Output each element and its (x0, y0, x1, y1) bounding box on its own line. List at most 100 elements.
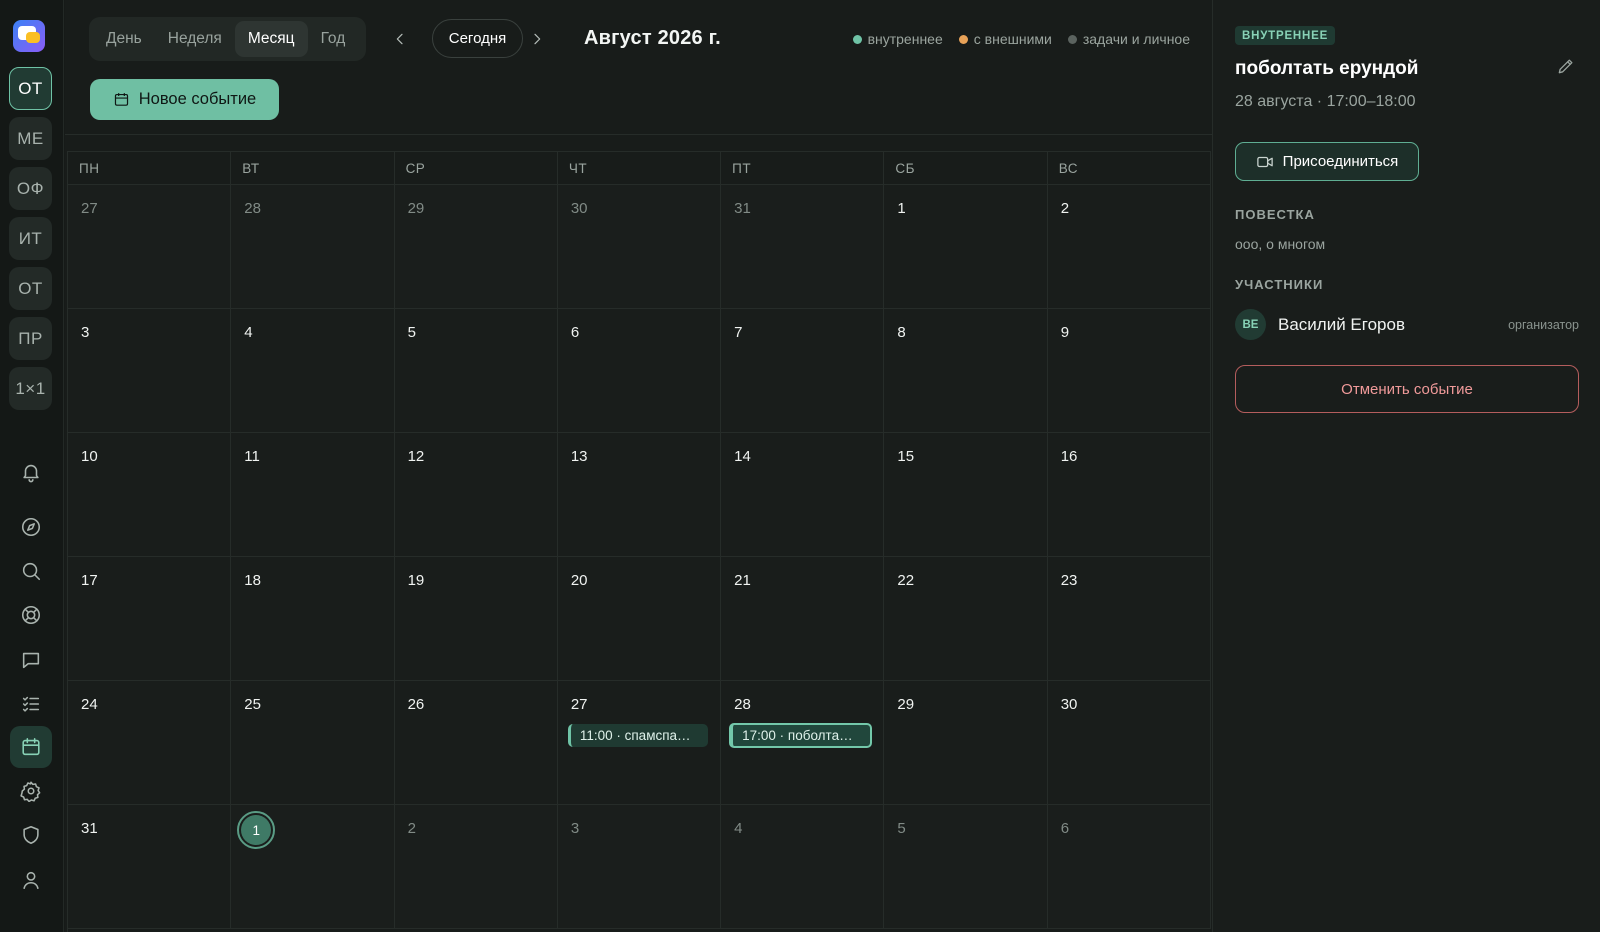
day-cell[interactable]: 5 (884, 805, 1048, 929)
participant-row[interactable]: ВЕ Василий Егоров организатор (1235, 308, 1579, 341)
day-cell[interactable]: 24 (68, 681, 232, 805)
view-tab-4[interactable]: Год (308, 21, 359, 57)
compass-icon (21, 517, 41, 537)
cancel-event-button[interactable]: Отменить событие (1235, 365, 1579, 413)
rail-tasks-button[interactable] (18, 691, 44, 717)
day-cell[interactable]: 6 (1047, 805, 1211, 929)
day-cell[interactable]: 1 (231, 805, 395, 929)
day-cell[interactable]: 10 (68, 433, 232, 557)
day-number: 13 (570, 448, 588, 465)
day-cell[interactable]: 29 (394, 185, 558, 309)
app-logo[interactable] (13, 20, 45, 52)
day-cell[interactable]: 30 (557, 185, 722, 309)
workspace-5[interactable]: ОТ (9, 267, 52, 310)
day-cell[interactable]: 6 (557, 309, 722, 433)
weekday-label: ПТ (721, 152, 885, 184)
view-tab-2[interactable]: Неделя (155, 21, 235, 57)
today-button[interactable]: Сегодня (432, 19, 523, 58)
day-cell[interactable]: 18 (231, 557, 395, 681)
day-cell[interactable]: 3 (557, 805, 722, 929)
workspace-3[interactable]: ОФ (9, 167, 52, 210)
rail-chat-button[interactable] (18, 647, 44, 673)
workspace-6[interactable]: ПР (9, 317, 52, 360)
weekday-label: ВТ (231, 152, 395, 184)
workspace-4[interactable]: ИТ (9, 217, 52, 260)
edit-event-button[interactable] (1556, 56, 1578, 78)
day-number: 7 (734, 324, 743, 341)
day-number: 5 (897, 820, 906, 837)
day-cell[interactable]: 28 17:00 · поболта… (721, 681, 885, 805)
day-number: 31 (734, 200, 751, 217)
day-number: 9 (1060, 324, 1070, 341)
day-cell[interactable]: 2 (394, 805, 558, 929)
participant-name: Василий Егоров (1278, 314, 1405, 334)
rail-shield-button[interactable] (18, 822, 44, 848)
workspace-7[interactable]: 1×1 (9, 367, 52, 410)
agenda-heading: ПОВЕСТКА (1235, 207, 1315, 222)
day-cell[interactable]: 14 (721, 433, 885, 557)
day-cell[interactable]: 25 (231, 681, 395, 805)
day-cell[interactable]: 30 (1047, 681, 1211, 805)
day-cell[interactable]: 11 (231, 433, 395, 557)
legend-label: задачи и личное (1082, 31, 1190, 47)
legend-dot (852, 34, 862, 44)
calendar-main: День Неделя Месяц Год Сегодня Август 2026 г… (65, 0, 1212, 932)
prev-month-button[interactable] (390, 27, 410, 51)
agenda-text: ооо, о многом (1235, 236, 1326, 252)
day-number: 18 (244, 572, 261, 589)
day-cell[interactable]: 5 (394, 309, 558, 433)
video-icon (1256, 156, 1273, 167)
weekday-label: СР (395, 152, 558, 184)
event-chip[interactable]: 11:00 · спамспа… (567, 724, 708, 747)
day-cell[interactable]: 27 (68, 185, 232, 309)
workspace-1[interactable]: ОТ (9, 67, 52, 110)
view-tab-1[interactable]: День (93, 21, 155, 57)
event-chip[interactable]: 17:00 · поболта… (729, 723, 873, 748)
view-tab-3[interactable]: Месяц (234, 21, 308, 57)
day-cell[interactable]: 7 (721, 309, 885, 433)
day-number: 30 (1060, 696, 1078, 713)
rail-search-button[interactable] (18, 558, 44, 584)
next-month-button[interactable] (527, 27, 547, 51)
day-cell[interactable]: 23 (1047, 557, 1211, 681)
day-cell[interactable]: 22 (884, 557, 1048, 681)
rail-compass-button[interactable] (18, 514, 44, 540)
day-cell[interactable]: 26 (394, 681, 558, 805)
day-cell[interactable]: 4 (721, 805, 885, 929)
new-event-button[interactable]: Новое событие (90, 79, 279, 120)
day-cell[interactable]: 2 (1047, 185, 1211, 309)
rail-bell-button[interactable] (18, 459, 44, 485)
day-number: 23 (1060, 572, 1078, 589)
day-cell[interactable]: 1 (884, 185, 1048, 309)
day-cell[interactable]: 17 (68, 557, 232, 681)
join-button[interactable]: Присоединиться (1235, 142, 1419, 181)
day-cell[interactable]: 13 (557, 433, 722, 557)
day-number: 15 (897, 448, 915, 465)
day-number: 1 (897, 200, 906, 217)
day-cell[interactable]: 28 (231, 185, 395, 309)
day-cell[interactable]: 16 (1047, 433, 1211, 557)
rail-gear-button[interactable] (18, 778, 44, 804)
day-cell[interactable]: 15 (884, 433, 1048, 557)
rail-calendar-button[interactable] (10, 726, 52, 768)
event-datetime: 28 августа · 17:00–18:00 (1235, 93, 1416, 110)
day-number: 11 (244, 448, 260, 465)
participants-heading: УЧАСТНИКИ (1235, 277, 1324, 292)
workspace-2[interactable]: МЕ (9, 117, 52, 160)
day-cell[interactable]: 20 (557, 557, 722, 681)
day-cell[interactable]: 31 (721, 185, 885, 309)
day-number: 1 (241, 815, 272, 845)
day-cell[interactable]: 12 (394, 433, 558, 557)
day-cell[interactable]: 9 (1047, 309, 1211, 433)
day-cell[interactable]: 29 (884, 681, 1048, 805)
day-cell[interactable]: 3 (68, 309, 232, 433)
day-cell[interactable]: 27 11:00 · спамспа… (557, 681, 722, 805)
rail-user-button[interactable] (18, 867, 44, 893)
day-cell[interactable]: 8 (884, 309, 1048, 433)
day-cell[interactable]: 4 (231, 309, 395, 433)
day-cell[interactable]: 19 (394, 557, 558, 681)
rail-lifebuoy-button[interactable] (18, 602, 44, 628)
day-cell[interactable]: 31 (68, 805, 232, 929)
event-details-panel: ВНУТРЕННЕЕ поболтать ерундой 28 августа … (1212, 0, 1600, 932)
day-cell[interactable]: 21 (721, 557, 885, 681)
